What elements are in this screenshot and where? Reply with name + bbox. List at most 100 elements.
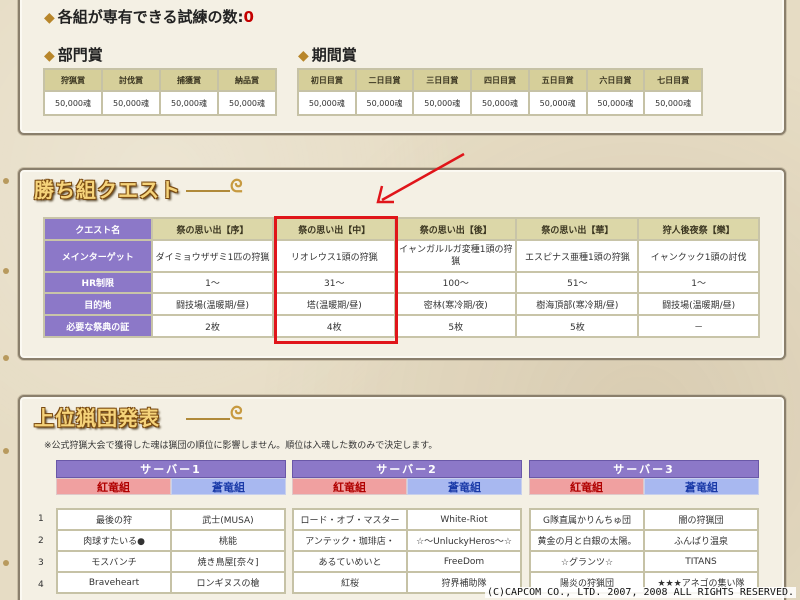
quest-destination: 塔(温暖期/昼) [272,292,397,316]
quest-target: ダイミョウザザミ1匹の狩猟 [150,239,275,273]
edge-ornament [3,560,9,566]
guild-name: 肉球すたいる● [56,529,172,552]
row-header: クエスト名 [43,217,153,241]
table-header: 七日目賞 [643,68,703,92]
table-header: 狩猟賞 [43,68,103,92]
period-prize-table: 初日目賞 二日目賞 三日目賞 四日目賞 五日目賞 六日目賞 七日目賞 50,00… [297,68,703,116]
quest-proof: 4枚 [272,314,397,338]
quest-target: エスピナス亜種1頭の狩猟 [515,239,640,273]
quest-destination: 闘技場(温暖期/昼) [150,292,275,316]
diamond-icon: ◆ [44,10,55,26]
server-name: サーバー2 [292,460,522,478]
quest-proof: 5枚 [394,314,518,338]
quest-target: イャンガルルガ変種1頭の狩猟 [394,239,518,273]
guild-name: ロンギヌスの槍 [170,571,286,594]
blue-team-label: 蒼竜組 [644,478,759,495]
table-cell: 50,000魂 [643,90,703,116]
table-header: 四日目賞 [470,68,530,92]
quest-name: 祭の思い出【華】 [515,217,640,241]
row-header: 目的地 [43,292,153,316]
guild-name: G隊直属かりんちゅ団 [529,508,645,531]
table-cell: 50,000魂 [527,90,588,116]
rank-number: 4 [38,580,44,590]
quest-destination: 樹海頂部(寒冷期/昼) [515,292,640,316]
diamond-icon: ◆ [44,48,55,64]
quest-table: クエスト名 祭の思い出【序】 祭の思い出【中】 祭の思い出【後】 祭の思い出【華… [43,217,760,338]
quest-target: イャンクック1頭の討伐 [637,239,760,273]
server-name: サーバー3 [529,460,759,478]
banner-divider [186,190,230,192]
red-arrow-annotation [376,152,465,204]
table-cell: 50,000魂 [297,90,357,116]
ranking-note: ※公式狩猟大会で獲得した魂は猟団の順位に影響しません。順位は入魂した数のみで決定… [44,441,438,451]
table-header: 納品賞 [217,68,277,92]
copyright-notice: (C)CAPCOM CO., LTD. 2007, 2008 ALL RIGHT… [484,587,796,598]
server-3-header: サーバー3 紅竜組 蒼竜組 [529,460,759,495]
guild-name: アンテック・珈琲店・ [292,529,408,552]
dept-prize-table: 狩猟賞 討伐賞 捕獲賞 納品賞 50,000魂 50,000魂 50,000魂 … [43,68,277,116]
table-cell: 50,000魂 [585,90,646,116]
guild-name: ☆グランツ☆ [529,550,645,573]
ranking-banner: 上位猟団発表 [34,406,160,430]
server-1-ranking-table: 最後の狩 武士(MUSA) 肉球すたいる● 桃能 モスバンチ 焼き鳥屋[奈々] Bra… [56,508,286,594]
quest-target: リオレウス1頭の狩猟 [272,239,397,273]
edge-ornament [3,355,9,361]
quest-proof: 2枚 [150,314,275,338]
guild-name: ロード・オブ・マスター [292,508,408,531]
edge-ornament [3,178,9,184]
guild-name: 桃能 [170,529,286,552]
red-team-label: 紅竜組 [529,478,644,495]
guild-name: ☆～UnluckyHeros～☆ [406,529,522,552]
blue-team-label: 蒼竜組 [407,478,522,495]
quest-hr: 1～ [637,271,760,294]
quest-proof: － [637,314,760,338]
rank-number: 1 [38,514,44,524]
guild-name: TITANS [643,550,759,573]
rank-number: 3 [38,558,44,568]
dept-prize-heading: ◆ 部門賞 [44,46,103,64]
table-cell: 50,000魂 [470,90,530,116]
scroll-ornament-icon: ᘓ [230,176,243,197]
guild-name: 焼き鳥屋[奈々] [170,550,286,573]
red-team-label: 紅竜組 [56,478,171,495]
red-team-label: 紅竜組 [292,478,407,495]
quest-hr: 31～ [272,271,397,294]
guild-name: 闇の狩猟団 [643,508,759,531]
guild-name: あるていめいと [292,550,408,573]
row-header: メインターゲット [43,239,153,273]
guild-name: モスバンチ [56,550,172,573]
quest-hr: 1～ [150,271,275,294]
table-header: 初日目賞 [297,68,357,92]
server-2-ranking-table: ロード・オブ・マスター White-Riot アンテック・珈琲店・ ☆～Unluck… [292,508,522,594]
table-cell: 50,000魂 [354,90,415,116]
guild-name: Braveheart [56,571,172,594]
server-1-header: サーバー1 紅竜組 蒼竜組 [56,460,286,495]
quest-name: 祭の思い出【序】 [150,217,275,241]
quest-destination: 闘技場(温暖期/昼) [637,292,760,316]
blue-team-label: 蒼竜組 [171,478,286,495]
banner-divider [186,418,230,420]
row-header: 必要な祭典の証 [43,314,153,338]
table-cell: 50,000魂 [159,90,219,116]
quest-proof: 5枚 [515,314,640,338]
guild-name: ふんばり温泉 [643,529,759,552]
table-header: 三日目賞 [412,68,473,92]
edge-ornament [3,448,9,454]
table-header: 捕獲賞 [159,68,219,92]
scroll-ornament-icon: ᘓ [230,403,243,424]
table-header: 六日目賞 [585,68,646,92]
quest-hr: 100～ [394,271,518,294]
quest-name: 狩人後夜祭【樂】 [637,217,760,241]
guild-name: 黄金の月と白銀の太陽。 [529,529,645,552]
exclusive-trials-heading: ◆ 各組が専有できる試練の数:0 [44,8,254,26]
guild-name: 最後の狩 [56,508,172,531]
guild-name: White-Riot [406,508,522,531]
guild-name: 紅桜 [292,571,408,594]
quest-banner: 勝ち組クエスト [34,178,181,202]
server-3-ranking-table: G隊直属かりんちゅ団 闇の狩猟団 黄金の月と白銀の太陽。 ふんばり温泉 ☆グランツ☆… [529,508,759,594]
quest-name: 祭の思い出【中】 [272,217,397,241]
quest-hr: 51～ [515,271,640,294]
exclusive-trials-count: 0 [243,8,254,26]
table-header: 討伐賞 [101,68,161,92]
guild-name: FreeDom [406,550,522,573]
